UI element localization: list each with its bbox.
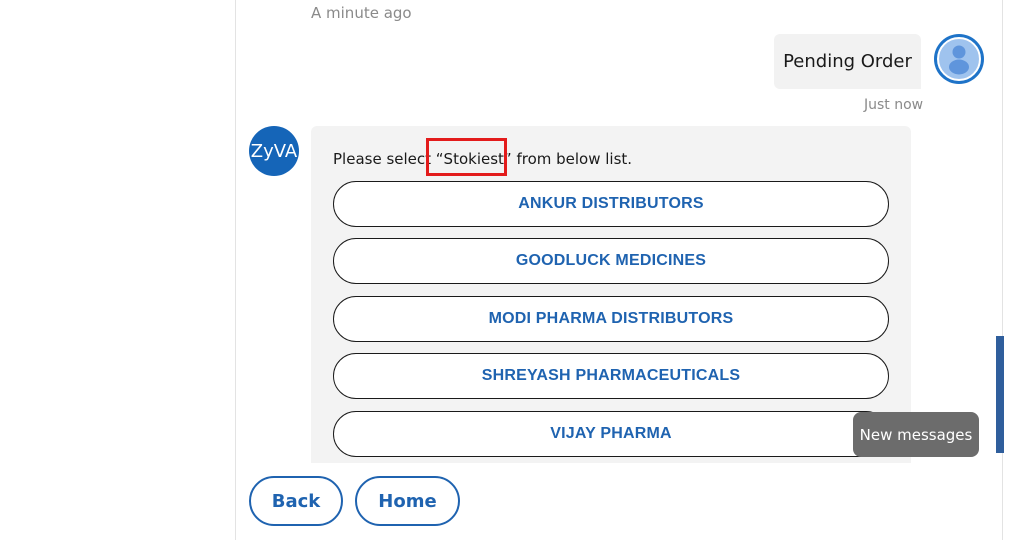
option-button-modi-pharma-distributors[interactable]: MODI PHARMA DISTRIBUTORS [333, 296, 889, 342]
bot-avatar: ZyVA [249, 126, 299, 176]
back-button[interactable]: Back [249, 476, 343, 526]
option-button-ankur-distributors[interactable]: ANKUR DISTRIBUTORS [333, 181, 889, 227]
option-button-vijay-pharma[interactable]: VIJAY PHARMA [333, 411, 889, 457]
scrollbar-thumb[interactable] [996, 336, 1004, 453]
user-avatar-icon [934, 34, 984, 84]
option-button-shreyash-pharmaceuticals[interactable]: SHREYASH PHARMACEUTICALS [333, 353, 889, 399]
bot-message-card: Please select “Stokiest” from below list… [311, 126, 911, 463]
option-button-goodluck-medicines[interactable]: GOODLUCK MEDICINES [333, 238, 889, 284]
new-messages-toast[interactable]: New messages [853, 412, 979, 457]
home-button[interactable]: Home [355, 476, 460, 526]
user-message-timestamp: Just now [864, 97, 924, 113]
stokiest-highlight-box [426, 138, 507, 176]
user-message-bubble: Pending Order [774, 34, 921, 89]
chat-panel: A minute ago Pending Order Just now ZyVA… [235, 0, 1004, 540]
previous-message-timestamp: A minute ago [311, 4, 412, 22]
